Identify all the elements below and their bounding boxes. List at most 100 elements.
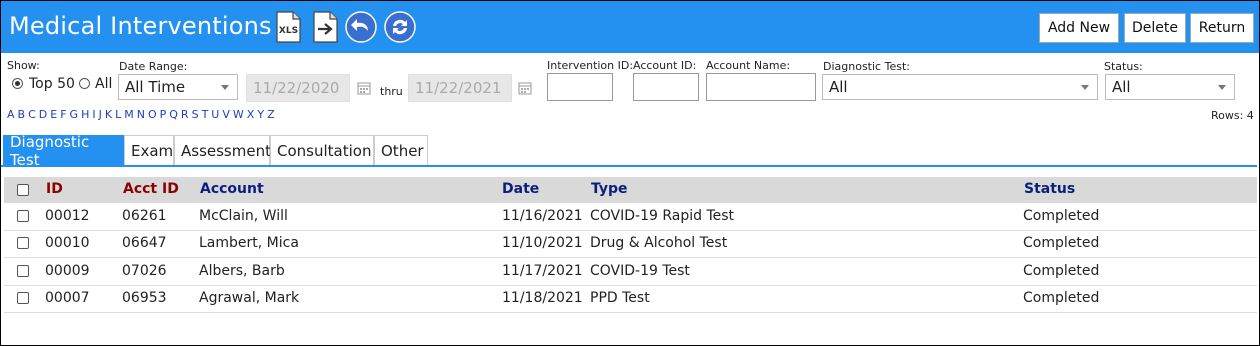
column-date[interactable]: Date: [502, 181, 539, 197]
all-radio[interactable]: [79, 78, 90, 89]
tab-diagnostic-test[interactable]: Diagnostic Test: [3, 133, 124, 169]
alpha-link-y[interactable]: Y: [257, 108, 264, 121]
cell-type: PPD Test: [590, 290, 650, 306]
tab-underline: [1, 165, 1257, 167]
alpha-link-s[interactable]: S: [192, 108, 199, 121]
status-select[interactable]: All: [1105, 74, 1235, 100]
column-id[interactable]: ID: [46, 181, 63, 197]
cell-account: Albers, Barb: [199, 263, 285, 279]
alpha-link-l[interactable]: L: [115, 108, 121, 121]
cell-id: 00007: [45, 290, 90, 306]
table-header: ID Acct ID Account Date Type Status: [4, 177, 1257, 203]
alpha-link-k[interactable]: K: [105, 108, 112, 121]
calendar-icon[interactable]: [357, 81, 371, 95]
alpha-link-u[interactable]: U: [211, 108, 219, 121]
alpha-link-o[interactable]: O: [148, 108, 157, 121]
column-status[interactable]: Status: [1024, 181, 1075, 197]
alpha-link-b[interactable]: B: [18, 108, 26, 121]
cell-status: Completed: [1023, 290, 1100, 306]
cell-type: Drug & Alcohol Test: [590, 235, 728, 251]
date-from-input[interactable]: 11/22/2020: [246, 74, 350, 102]
alpha-link-v[interactable]: V: [222, 108, 230, 121]
alpha-link-w[interactable]: W: [233, 108, 244, 121]
alpha-link-t[interactable]: T: [202, 108, 209, 121]
account-name-input[interactable]: [706, 73, 816, 101]
alpha-link-r[interactable]: R: [181, 108, 189, 121]
cell-date: 11/10/2021: [502, 235, 583, 251]
cell-id: 00009: [45, 263, 90, 279]
alpha-link-n[interactable]: N: [137, 108, 145, 121]
cell-account: Lambert, Mica: [199, 235, 299, 251]
cell-status: Completed: [1023, 263, 1100, 279]
top50-radio[interactable]: [12, 78, 23, 89]
refresh-icon[interactable]: [384, 11, 416, 43]
tab-assessment[interactable]: Assessment: [174, 135, 271, 165]
alpha-link-f[interactable]: F: [60, 108, 66, 121]
intervention-id-label: Intervention ID:: [547, 59, 634, 72]
xls-label: XLS: [279, 26, 298, 36]
chevron-down-icon: [221, 85, 229, 90]
return-button[interactable]: Return: [1190, 13, 1254, 43]
date-to-input[interactable]: 11/22/2021: [408, 74, 512, 102]
cell-status: Completed: [1023, 208, 1100, 224]
date-range-select[interactable]: All Time: [118, 74, 238, 100]
alpha-link-c[interactable]: C: [28, 108, 36, 121]
tab-consultation[interactable]: Consultation: [270, 135, 374, 165]
cell-acct-id: 06261: [122, 208, 167, 224]
export-arrow-icon[interactable]: [310, 11, 340, 43]
rows-count: Rows: 4: [1211, 109, 1254, 122]
alpha-link-q[interactable]: Q: [169, 108, 178, 121]
show-label: Show:: [7, 59, 40, 72]
alpha-link-p[interactable]: P: [160, 108, 167, 121]
cell-type: COVID-19 Test: [590, 263, 690, 279]
alpha-link-z[interactable]: Z: [267, 108, 275, 121]
cell-date: 11/18/2021: [502, 290, 583, 306]
all-label: All: [95, 76, 113, 92]
row-checkbox[interactable]: [17, 292, 29, 304]
row-checkbox[interactable]: [17, 210, 29, 222]
row-checkbox[interactable]: [17, 237, 29, 249]
add-new-button[interactable]: Add New: [1039, 13, 1119, 43]
alpha-link-h[interactable]: H: [81, 108, 89, 121]
excel-export-icon[interactable]: XLS: [273, 11, 303, 43]
alpha-link-g[interactable]: G: [70, 108, 79, 121]
alpha-link-m[interactable]: M: [124, 108, 134, 121]
status-label: Status:: [1104, 60, 1143, 73]
cell-date: 11/17/2021: [502, 263, 583, 279]
select-all-checkbox[interactable]: [17, 184, 29, 196]
calendar-icon[interactable]: [518, 81, 532, 95]
alpha-link-x[interactable]: X: [247, 108, 255, 121]
column-acct-id[interactable]: Acct ID: [123, 181, 179, 197]
chevron-down-icon: [1218, 85, 1226, 90]
status-value: All: [1112, 78, 1131, 96]
intervention-id-input[interactable]: [547, 73, 613, 101]
column-type[interactable]: Type: [591, 181, 628, 197]
alpha-link-j[interactable]: J: [99, 108, 102, 121]
account-id-label: Account ID:: [633, 59, 697, 72]
alpha-link-i[interactable]: I: [92, 108, 95, 121]
top50-label: Top 50: [29, 76, 75, 92]
tab-exam[interactable]: Exam: [124, 135, 174, 165]
alpha-link-d[interactable]: D: [39, 108, 47, 121]
table-row[interactable]: 00010 06647 Lambert, Mica 11/10/2021 Dru…: [4, 230, 1257, 258]
cell-type: COVID-19 Rapid Test: [590, 208, 735, 224]
alphabet-filter: ABCDEFGHIJKLMNOPQRSTUVWXYZ: [7, 108, 275, 121]
alpha-link-a[interactable]: A: [7, 108, 15, 121]
header-bar: Medical Interventions XLS Add New Delete…: [1, 1, 1259, 53]
cell-account: McClain, Will: [199, 208, 288, 224]
diagnostic-test-select[interactable]: All: [822, 74, 1098, 100]
cell-acct-id: 06953: [122, 290, 167, 306]
column-account[interactable]: Account: [200, 181, 264, 197]
cell-acct-id: 07026: [122, 263, 167, 279]
table-row[interactable]: 00012 06261 McClain, Will 11/16/2021 COV…: [4, 203, 1257, 231]
undo-icon[interactable]: [345, 11, 377, 43]
row-checkbox[interactable]: [17, 265, 29, 277]
account-id-input[interactable]: [633, 73, 699, 101]
account-name-label: Account Name:: [706, 59, 791, 72]
tab-other[interactable]: Other: [374, 135, 428, 165]
alpha-link-e[interactable]: E: [50, 108, 57, 121]
diagnostic-test-label: Diagnostic Test:: [823, 60, 910, 73]
table-row[interactable]: 00009 07026 Albers, Barb 11/17/2021 COVI…: [4, 258, 1257, 286]
table-row[interactable]: 00007 06953 Agrawal, Mark 11/18/2021 PPD…: [4, 285, 1257, 313]
delete-button[interactable]: Delete: [1124, 13, 1186, 43]
